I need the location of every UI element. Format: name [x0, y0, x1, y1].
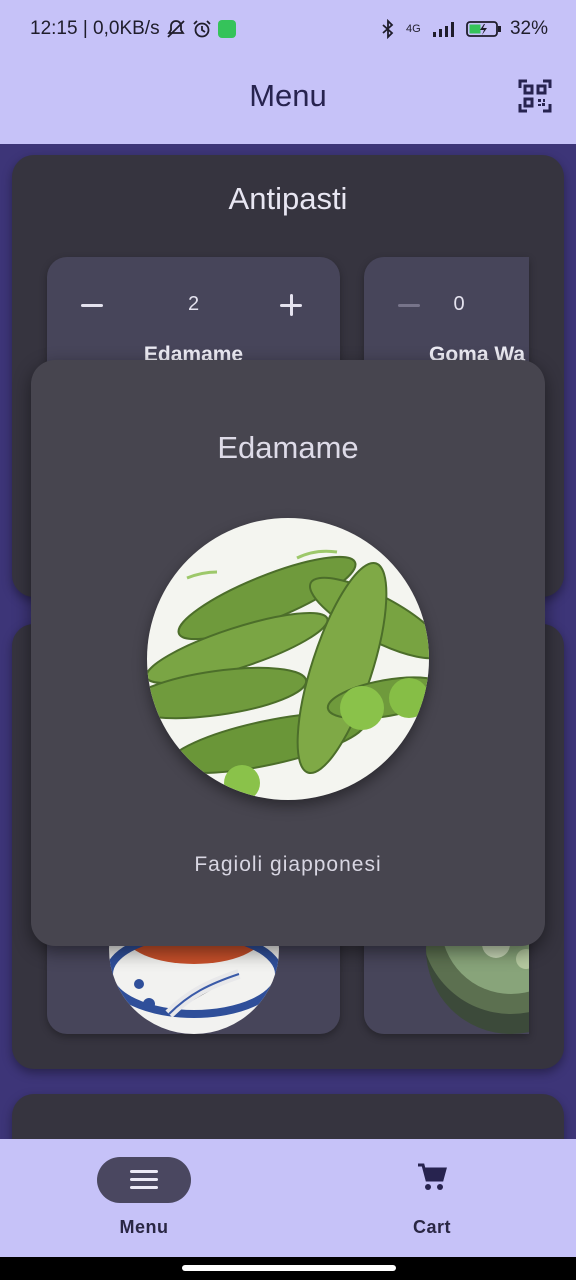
battery-level: 32%: [509, 18, 548, 39]
menu-icon: [130, 1170, 158, 1190]
network-label: 4G: [405, 23, 421, 35]
nav-active-indicator: [97, 1157, 191, 1203]
edamame-image: [147, 518, 429, 800]
status-time: 12:15 | 0,0KB/s: [30, 18, 160, 39]
home-indicator[interactable]: [182, 1265, 396, 1271]
bluetooth-icon: [382, 19, 394, 39]
page-title: Menu: [249, 78, 327, 113]
quantity-stepper: 0: [364, 285, 529, 325]
qr-code-icon[interactable]: [518, 79, 552, 113]
decrease-button[interactable]: [398, 285, 424, 325]
cart-icon: [418, 1163, 447, 1190]
item-detail-dialog[interactable]: Edamame Fagioli giapponesi: [31, 360, 545, 946]
nav-item-cart[interactable]: Cart: [288, 1139, 576, 1259]
dialog-description: Fagioli giapponesi: [194, 853, 382, 876]
increase-button[interactable]: [280, 285, 306, 325]
alarm-icon: [192, 20, 211, 38]
battery-icon: [466, 21, 501, 37]
status-bar: 12:15 | 0,0KB/s 4G 32%: [0, 0, 576, 62]
system-navigation-bar: [0, 1257, 576, 1280]
top-app-bar: Menu: [0, 62, 576, 144]
nav-label-cart: Cart: [412, 1217, 451, 1237]
section-3: [12, 1094, 564, 1139]
signal-icon: [432, 22, 454, 37]
nav-label-menu: Menu: [119, 1217, 169, 1237]
dialog-title: Edamame: [217, 430, 359, 465]
mute-icon: [166, 20, 185, 38]
quantity-stepper: 2: [47, 285, 340, 325]
status-left: 12:15 | 0,0KB/s: [30, 18, 236, 40]
status-right: 4G 32%: [378, 18, 548, 40]
section-title: Antipasti: [228, 181, 348, 216]
whatsapp-icon: [217, 20, 236, 38]
nav-item-menu[interactable]: Menu: [0, 1139, 288, 1259]
quantity-value: 0: [453, 293, 465, 315]
